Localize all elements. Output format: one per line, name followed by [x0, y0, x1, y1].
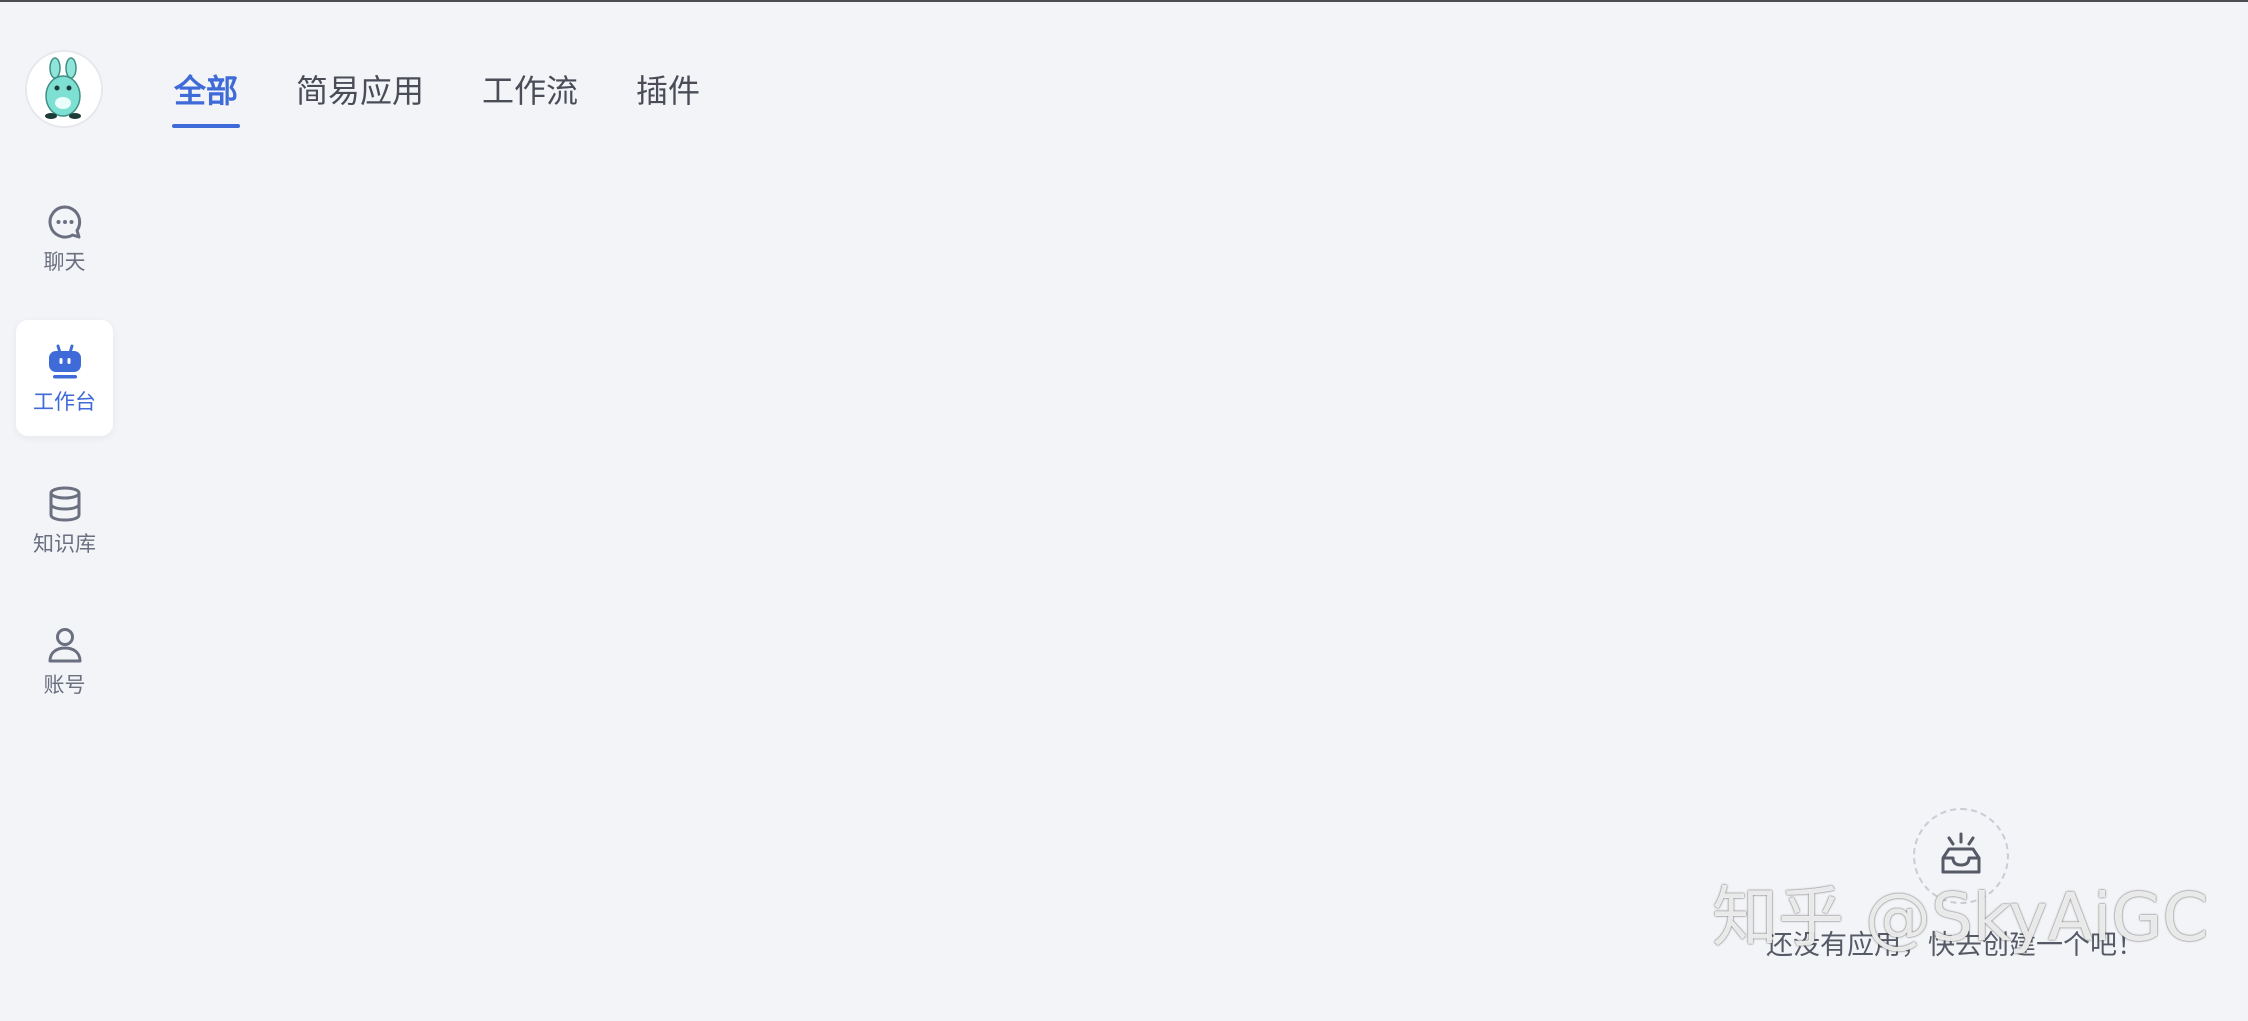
avatar[interactable]: [25, 50, 103, 128]
user-icon: [48, 628, 81, 663]
sidebar-item-account[interactable]: 账号: [16, 603, 113, 719]
database-icon: [49, 486, 80, 522]
sidebar-item-label: 账号: [43, 673, 86, 697]
sidebar-item-label: 聊天: [43, 250, 86, 274]
sidebar-item-workbench[interactable]: 工作台: [16, 320, 113, 436]
tab-all[interactable]: 全部: [168, 66, 244, 128]
robot-icon: [48, 344, 81, 379]
sidebar-item-knowledge-base[interactable]: 知识库: [16, 462, 113, 578]
empty-state-message: 还没有应用，快去创建一个吧！: [1766, 930, 2144, 961]
empty-state: 还没有应用，快去创建一个吧！: [1740, 808, 2190, 968]
sidebar-item-label: 知识库: [33, 532, 96, 556]
tab-workflow[interactable]: 工作流: [476, 66, 584, 116]
inbox-icon: [1941, 832, 1981, 874]
sidebar-item-chat[interactable]: 聊天: [16, 180, 113, 296]
tab-plugins[interactable]: 插件: [630, 66, 706, 116]
bunny-mascot-icon: [27, 52, 101, 126]
tab-simple-apps[interactable]: 简易应用: [290, 66, 430, 116]
empty-state-badge: [1913, 808, 2009, 904]
app-type-tabs: 全部 简易应用 工作流 插件: [168, 66, 752, 128]
sidebar: 聊天 工作台 知识库 账号: [0, 0, 130, 1021]
sidebar-item-label: 工作台: [33, 390, 96, 414]
chat-bubble-icon: [48, 205, 81, 239]
window-top-border: [0, 0, 2248, 2]
